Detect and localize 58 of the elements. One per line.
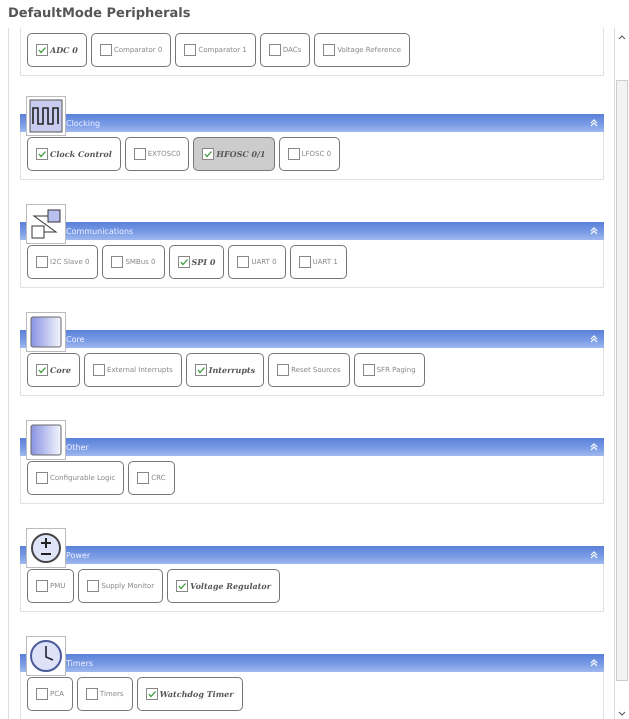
- section-title: Timers: [66, 658, 94, 668]
- collapse-icon[interactable]: [590, 335, 598, 343]
- checkbox[interactable]: [178, 256, 190, 268]
- section-title: Core: [66, 334, 85, 344]
- checkbox[interactable]: [323, 44, 336, 56]
- checkbox[interactable]: [36, 148, 48, 160]
- checkbox[interactable]: [298, 256, 311, 268]
- collapse-icon[interactable]: [590, 119, 598, 127]
- checkbox[interactable]: [146, 688, 158, 700]
- peripheral-toggle[interactable]: Voltage Regulator: [167, 569, 280, 603]
- scrollbar-thumb[interactable]: [616, 80, 628, 681]
- peripheral-toggle[interactable]: Core: [27, 353, 80, 387]
- peripheral-toggle[interactable]: HFOSC 0/1: [193, 137, 275, 171]
- section-title: Clocking: [66, 118, 100, 128]
- collapse-icon[interactable]: [590, 227, 598, 235]
- checkbox[interactable]: [36, 580, 48, 592]
- checkbox[interactable]: [237, 256, 250, 268]
- checkbox[interactable]: [362, 364, 375, 376]
- peripheral-toggle[interactable]: ADC 0: [27, 33, 87, 67]
- checkbox[interactable]: [176, 580, 188, 592]
- panel-title: DefaultMode Peripherals: [8, 6, 192, 23]
- scrollbar[interactable]: [614, 28, 629, 719]
- section-header[interactable]: Communications: [20, 222, 604, 240]
- section-header[interactable]: Other: [20, 438, 604, 456]
- checkbox[interactable]: [277, 364, 290, 376]
- section-header[interactable]: Timers: [20, 654, 604, 672]
- checkbox[interactable]: [194, 364, 207, 376]
- section-header[interactable]: Core: [20, 330, 604, 348]
- scroll-down-icon[interactable]: [618, 711, 626, 717]
- section-title: Other: [66, 442, 89, 452]
- checkbox[interactable]: [87, 580, 100, 592]
- section-header[interactable]: Power: [20, 546, 604, 564]
- checkbox[interactable]: [111, 256, 124, 268]
- checkbox[interactable]: [36, 256, 48, 268]
- scroll-up-icon[interactable]: [618, 34, 626, 40]
- checkbox[interactable]: [134, 148, 146, 160]
- section-title: Power: [66, 550, 90, 560]
- collapse-icon[interactable]: [590, 659, 598, 667]
- checkbox[interactable]: [100, 44, 112, 56]
- checkbox[interactable]: [36, 472, 48, 484]
- checkbox[interactable]: [202, 148, 214, 160]
- collapse-icon[interactable]: [590, 443, 598, 451]
- checkbox[interactable]: [184, 44, 196, 56]
- section-title: Communications: [66, 226, 134, 236]
- checkbox[interactable]: [36, 44, 48, 56]
- peripheral-toggle[interactable]: SPI 0: [168, 245, 224, 279]
- peripheral-toggle[interactable]: Interrupts: [186, 353, 264, 387]
- checkbox[interactable]: [268, 44, 281, 56]
- collapse-icon[interactable]: [590, 551, 598, 559]
- checkbox[interactable]: [36, 364, 48, 376]
- checkbox[interactable]: [137, 472, 150, 484]
- peripheral-toggle[interactable]: Clock Control: [27, 137, 121, 171]
- checkbox[interactable]: [288, 148, 300, 160]
- checkbox[interactable]: [86, 688, 98, 700]
- peripheral-toggle[interactable]: Watchdog Timer: [136, 677, 242, 711]
- section-header[interactable]: Clocking: [20, 114, 604, 132]
- checkbox[interactable]: [93, 364, 106, 376]
- checkbox[interactable]: [36, 688, 48, 700]
